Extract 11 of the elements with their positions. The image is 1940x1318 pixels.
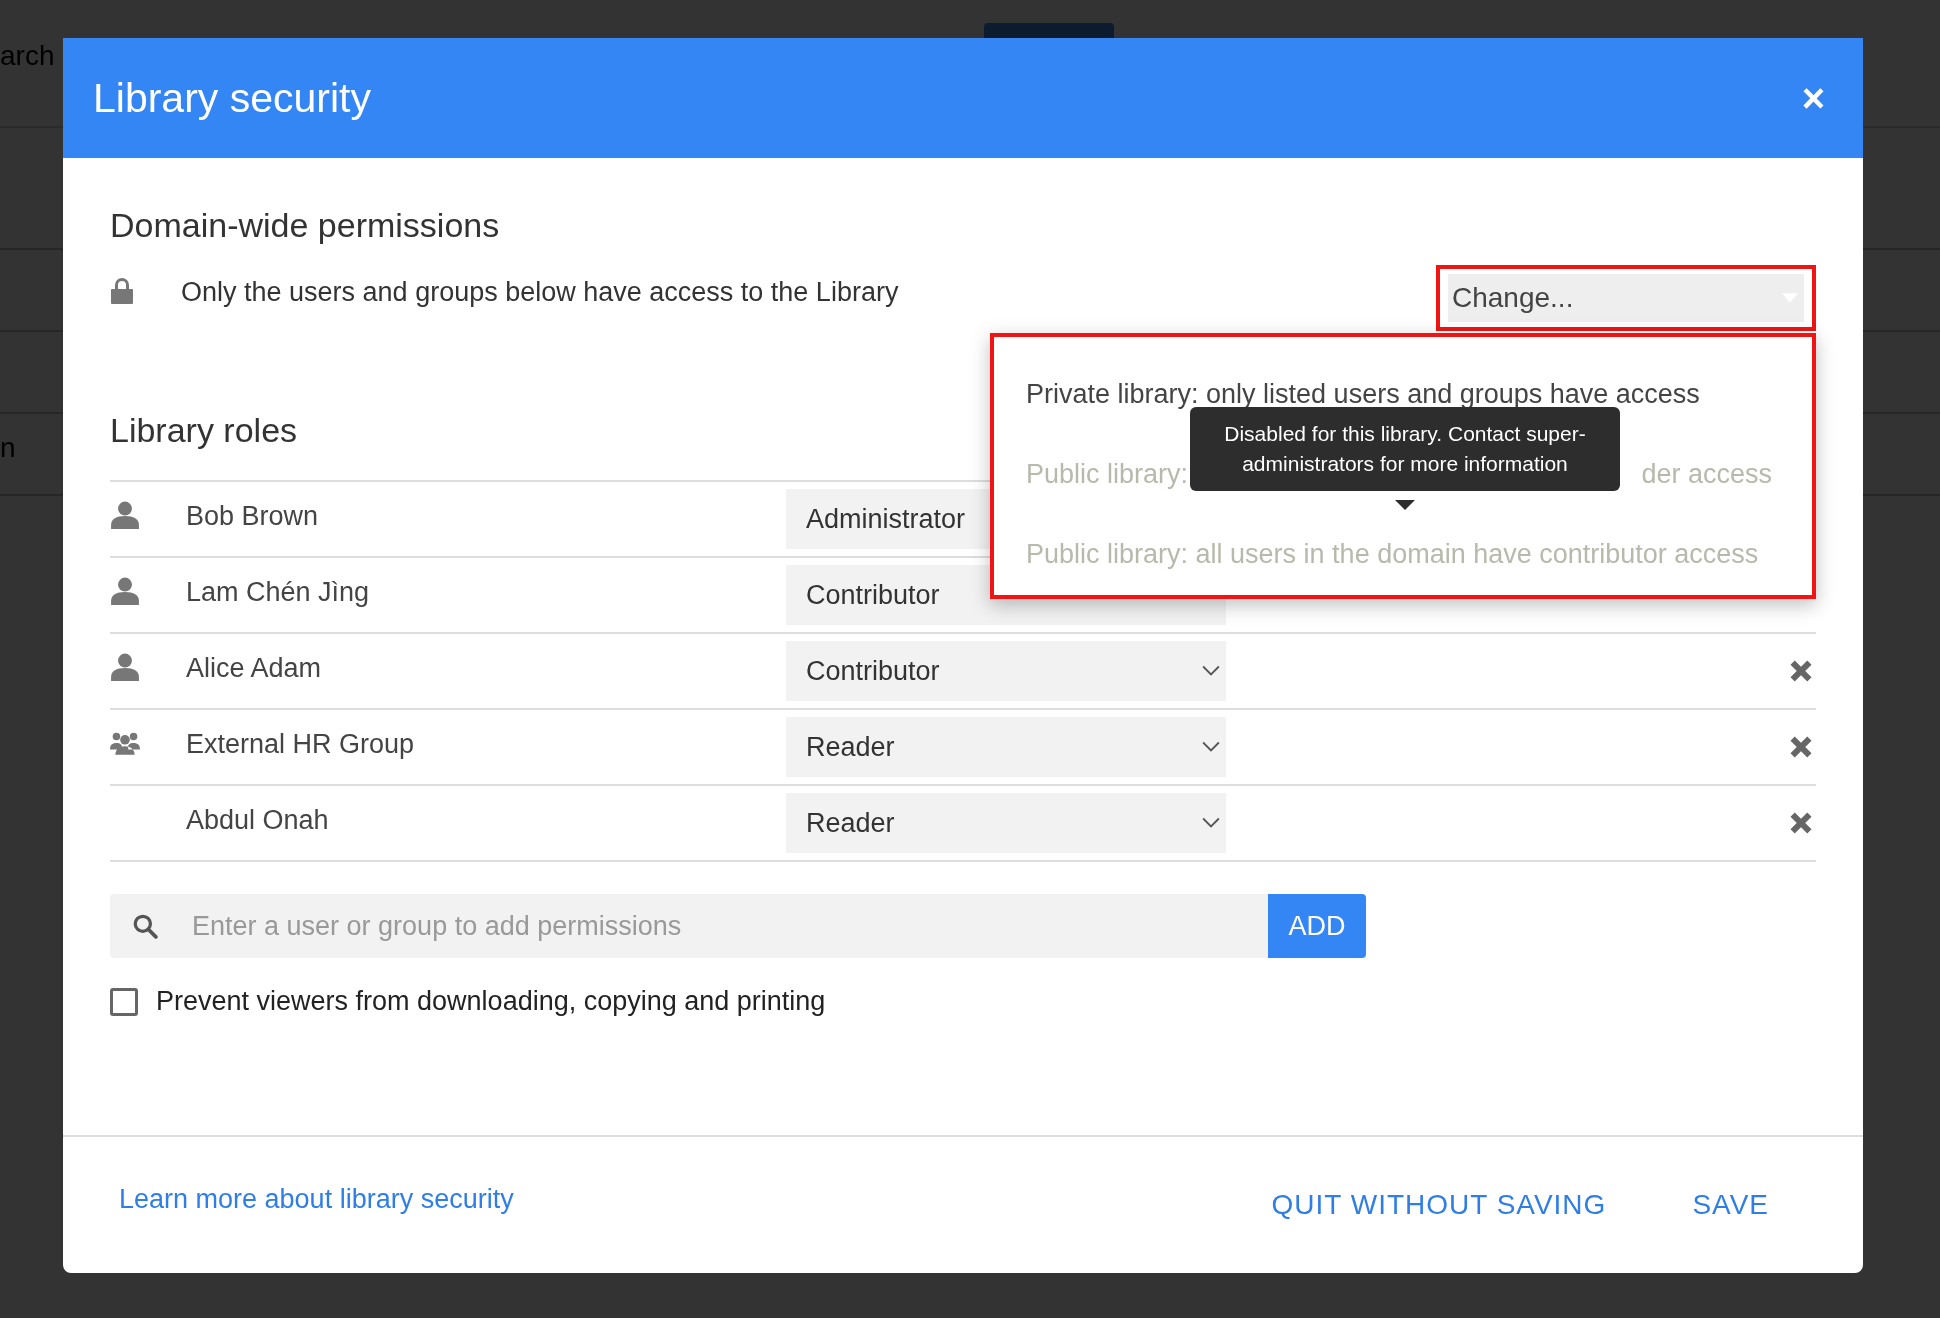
checkbox-label: Prevent viewers from downloading, copying and printing: [156, 986, 826, 1017]
member-name: Lam Chén Jìng: [186, 576, 371, 608]
member-name: Bob Brown: [186, 500, 320, 532]
tooltip: Disabled for this library. Contact super-administrators for more information: [1190, 407, 1620, 491]
section-heading: Domain-wide permissions: [110, 206, 500, 245]
dialog-title: Library security: [93, 74, 371, 122]
access-description: Only the users and groups below have access to the Library: [181, 276, 899, 308]
member-name: Abdul Onah: [186, 804, 330, 836]
member-name: External HR Group: [186, 728, 416, 760]
member-name: Alice Adam: [186, 652, 323, 684]
section-heading: Library roles: [110, 411, 298, 450]
